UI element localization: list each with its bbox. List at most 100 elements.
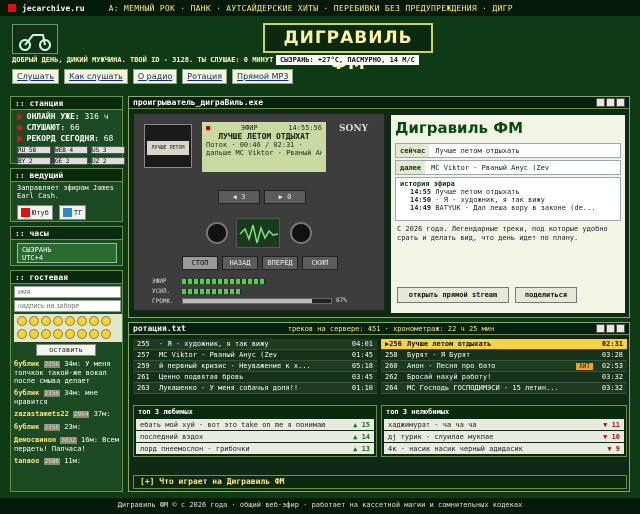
whats-playing-toggle[interactable]: [+] Что играет на Дигравиль ФМ [133, 475, 627, 489]
guestbook-post: бублик 2356 23м: [14, 423, 82, 431]
track-row[interactable]: 259 й первный кризис - Неуважение к х... 0… [133, 361, 377, 372]
next-track-lcd: дальше МС Viktor - Рваный Анус (Zev [206, 149, 322, 157]
record-stat: ■ РЕКОРД СЕГОДНЯ: 68 [17, 134, 114, 143]
close-button[interactable] [616, 324, 625, 333]
station-panel: :: станция ■ ОНЛАЙН УЖЕ: 316 ч ■ СЛУШАЮТ… [10, 96, 125, 165]
host-panel: :: ведущий Заправляет эфиром James Earl … [10, 168, 123, 222]
maximize-button[interactable] [606, 98, 615, 107]
youtube-button[interactable]: Ютуб [17, 205, 53, 220]
emoji-picker[interactable] [14, 314, 122, 342]
flag-badge: US 3 [91, 146, 125, 154]
about-text: С 2026 года. Легендарные треки, под кото… [397, 225, 608, 242]
menu-how-to-listen[interactable]: Как слушать [64, 69, 128, 84]
hated-item[interactable]: 4к - насик насик черный адидасик ▼ 9 [384, 443, 624, 454]
genre-nav[interactable]: А: МЕМНЫЙ РОК · ПАНК · АУТСАЙДЕРСКИЕ ХИТ… [109, 4, 513, 13]
greeting-tagline: ДОБРЫЙ ДЕНЬ, ДИКИЙ МУЖЧИНА. ТВОЙ ID - 31… [12, 56, 274, 64]
flag-badge: RU 58 [17, 146, 51, 154]
top-liked-header: топ 3 любимых [138, 408, 193, 416]
name-input[interactable] [14, 286, 121, 298]
player-window: проигрыватель_диграВиль.exe ЛУЧШЕ ЛЕТОМ … [128, 96, 630, 318]
history-item: 14:55 Лучше летом отдыхать [410, 188, 520, 196]
back-button[interactable]: НАЗАД [222, 256, 258, 270]
liked-item[interactable]: лорд пнеемослон - грибочки ▲ 13 [136, 443, 374, 454]
open-stream-button[interactable]: открыть прямой stream [397, 287, 509, 303]
rotation-stats: треков на сервере: 451 · хронометраж: 22… [287, 324, 495, 333]
clock-header: :: часы [11, 227, 122, 240]
track-row[interactable]: 264 МС Господь ГОСПОДИМЭСИ - 15 летин... 0… [381, 383, 627, 394]
hit-badge: ХИТ [576, 362, 593, 370]
motorcycle-logo[interactable] [12, 24, 58, 54]
minimize-button[interactable] [596, 324, 605, 333]
volume-label: ГРОМК. [152, 298, 174, 305]
forward-button[interactable]: ВПЕРЁД [262, 256, 298, 270]
clock-display: 14:55:56 [288, 124, 322, 132]
next-row: далее МС Viktor - Рваный Анус (Zev [395, 160, 621, 175]
track-row[interactable]: 262 Бросай нахуй работу! 03:32 [381, 372, 627, 383]
clock-panel: :: часы СЫЗРАНЬ UTC+4 [10, 226, 123, 266]
guestbook-header: :: гостевая [11, 271, 122, 284]
top-bar: jecarchive.ru А: МЕМНЫЙ РОК · ПАНК · АУТ… [0, 0, 640, 16]
post-button[interactable]: оставить [36, 344, 96, 356]
track-row[interactable]: 255- Я - художник, я так вижу 04:01 [133, 339, 377, 350]
guestbook-post: Демосвинон 3032 16м: Всем пердеть! Палча… [14, 436, 119, 453]
hated-item[interactable]: хаджимурат - ча ча ча ▼ 11 [384, 419, 624, 430]
cassette-thumbnail: ЛУЧШЕ ЛЕТОМ [144, 124, 192, 168]
stream-progress: Поток · 00:46 / 02:31 · [206, 141, 303, 149]
guestbook-post: tanaoo 2586 11м: [14, 457, 82, 465]
waveform-icon [236, 218, 280, 248]
track-row[interactable]: 258 Бурят - Я Бурят 03:28 [381, 350, 627, 361]
menu-listen[interactable]: Слушать [12, 69, 60, 84]
liked-item[interactable]: последний вздох ▲ 14 [136, 431, 374, 442]
youtube-icon [21, 208, 30, 217]
city-clock: СЫЗРАНЬ UTC+4 [17, 243, 117, 263]
volume-slider[interactable] [182, 298, 332, 304]
volume-value: 87% [336, 297, 347, 304]
site-domain[interactable]: jecarchive.ru [22, 4, 85, 13]
gain-label: УСИЛ. [152, 288, 171, 295]
skip-button[interactable]: СКИП [302, 256, 338, 270]
top-liked-panel: топ 3 любимых ебать мой хуй - вот это ta… [133, 405, 377, 457]
ether-label: ЭФИР [240, 124, 258, 132]
flag-badge: BY 2 [17, 157, 51, 165]
maximize-button[interactable] [606, 324, 615, 333]
track-row-current[interactable]: ▶256 Лучше летом отдыхать 02:31 [381, 339, 627, 350]
hated-item[interactable]: дj турик - слуилае мукпае ▼ 10 [384, 431, 624, 442]
flag-badge: WEB 4 [54, 146, 88, 154]
track-row[interactable]: 261 Ценно подвятая бровь 03:45 [133, 372, 377, 383]
sony-logo: SONY [339, 124, 368, 134]
close-button[interactable] [616, 98, 625, 107]
fastforward-button[interactable]: ▶ 0 [264, 190, 306, 204]
telegram-icon [62, 208, 72, 217]
guestbook-post: бублик 2356 34м: У меня толчкок такой-же… [14, 360, 111, 385]
clock-city: СЫЗРАНЬ [22, 246, 52, 254]
listeners-stat: ■ СЛУШАЮТ: 66 [17, 123, 80, 132]
liked-item[interactable]: ебать мой хуй - вот это take on me я пон… [136, 419, 374, 430]
menu-about[interactable]: О радио [132, 69, 178, 84]
track-row[interactable]: 263 Лукашенко - У меня собачья доля!! 01:1… [133, 383, 377, 394]
telegram-button[interactable]: ТГ [58, 205, 87, 220]
menu-rotation[interactable]: Ротация [182, 69, 228, 84]
stop-button[interactable]: СТОП [182, 256, 218, 270]
gain-meter [182, 289, 242, 294]
rotation-title: ротация.txt [133, 324, 186, 333]
history-item: 14:49 BATYUK - Дал леша вору в законе (d… [410, 204, 596, 212]
online-stat: ■ ОНЛАЙН УЖЕ: 316 ч [17, 112, 109, 121]
flag-badge: GE 2 [54, 157, 88, 165]
main-menu: Слушать Как слушать О радио Ротация Прям… [12, 69, 294, 84]
track-row[interactable]: 257 МС Viktor - Рваный Анус (Zev 01:45 [133, 350, 377, 361]
rotation-window: ротация.txt треков на сервере: 451 · хро… [128, 322, 630, 492]
site-title: ДИГРАВИЛЬ ФМ [263, 23, 433, 74]
minimize-button[interactable] [596, 98, 605, 107]
rewind-button[interactable]: ◀ 3 [218, 190, 260, 204]
station-header: :: станция [11, 97, 122, 110]
now-row: сейчас Лучше летом отдыхать [395, 143, 621, 158]
share-button[interactable]: поделиться [515, 287, 577, 303]
message-input[interactable] [14, 300, 121, 312]
menu-direct-mp3[interactable]: Прямой MP3 [232, 69, 294, 84]
country-flags: RU 58 WEB 4 US 3 BY 2 GE 2 UZ 2 [11, 144, 131, 167]
reel-left-icon [206, 222, 228, 244]
reel-right-icon [290, 222, 312, 244]
track-row[interactable]: 260 Анон - Песня про бато ХИТ 02:53 [381, 361, 627, 372]
flag-badge: UZ 2 [91, 157, 125, 165]
cassette-deck: ЛУЧШЕ ЛЕТОМ ■ ЭФИР 14:55:56 ЛУЧШЕ ЛЕТОМ ОТ… [133, 113, 385, 311]
